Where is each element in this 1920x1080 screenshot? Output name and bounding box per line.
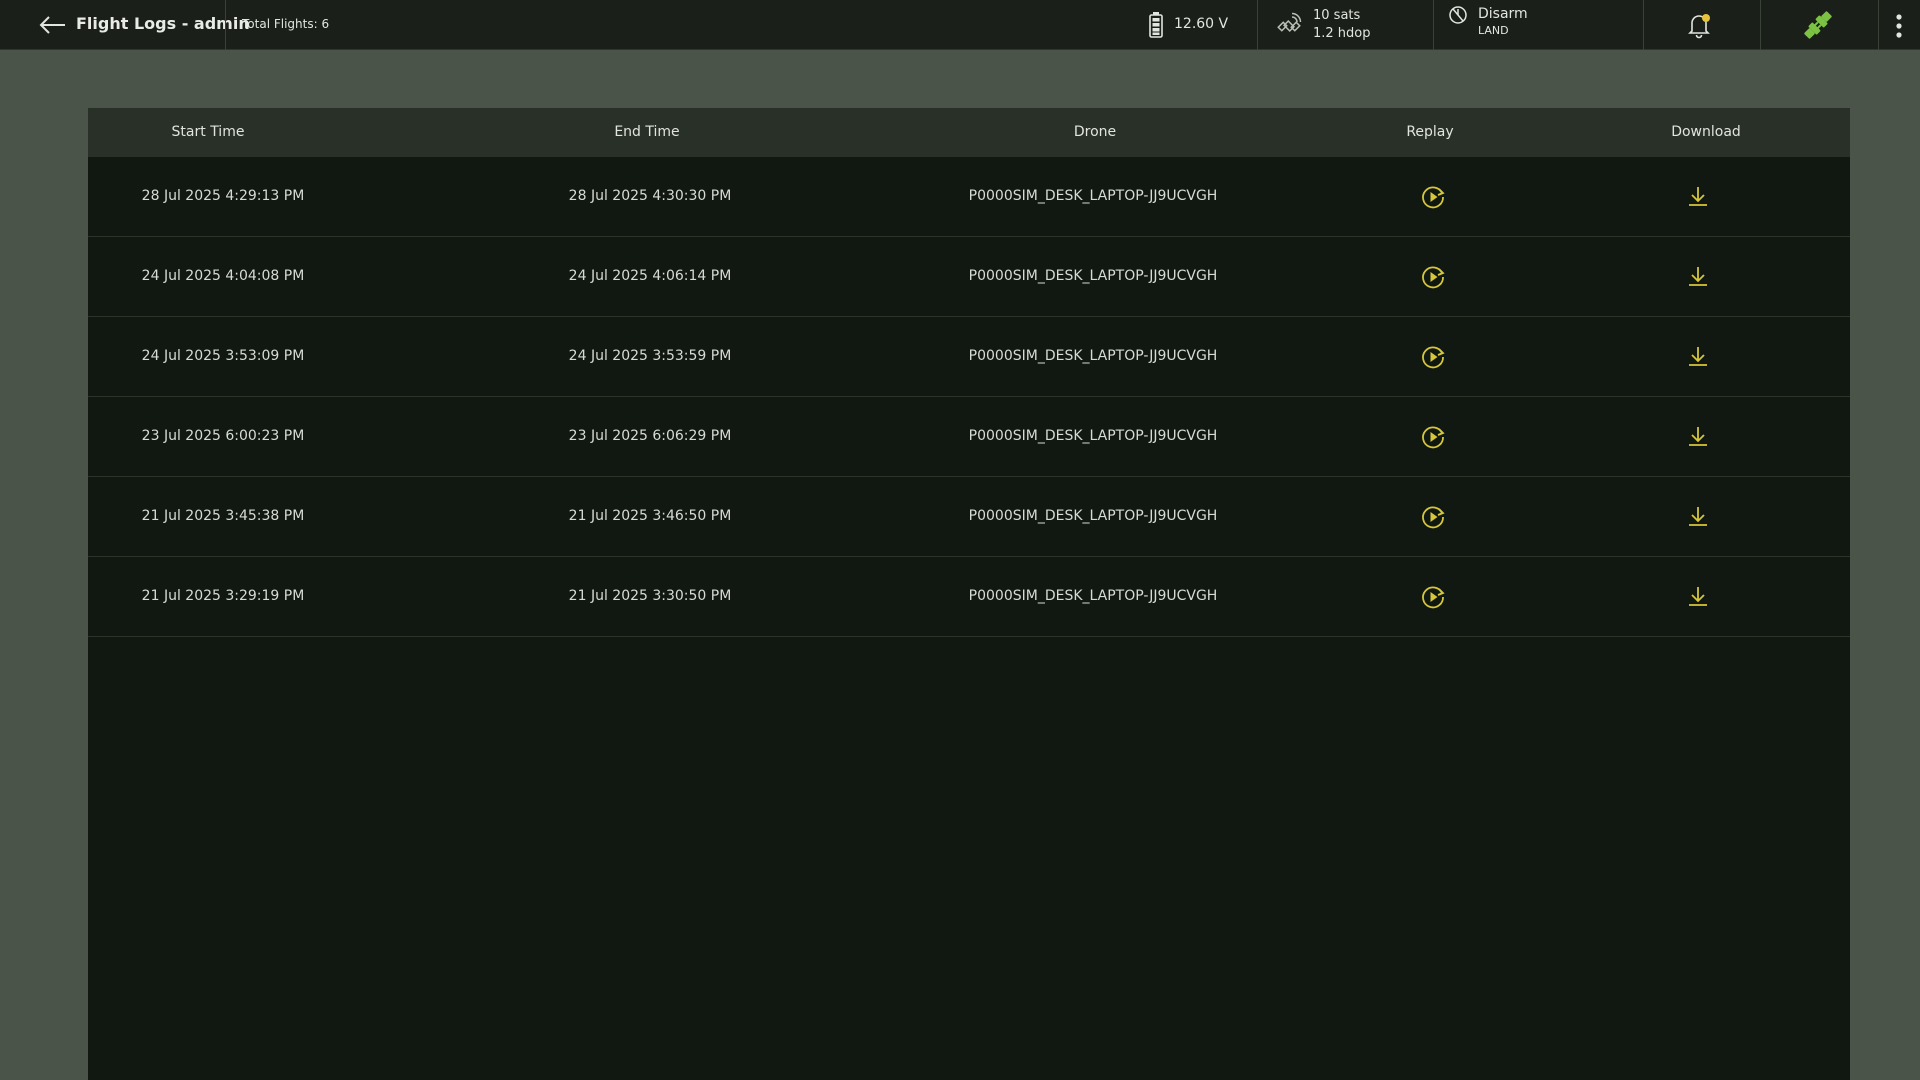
download-icon	[1689, 507, 1707, 526]
end-time-cell: 24 Jul 2025 3:53:59 PM	[568, 348, 732, 364]
start-time-cell: 21 Jul 2025 3:45:38 PM	[141, 508, 305, 524]
divider	[1760, 0, 1761, 50]
drone-cell: P0000SIM_DESK_LAPTOP-JJ9UCVGH	[968, 188, 1218, 204]
start-time-cell: 24 Jul 2025 4:04:08 PM	[141, 268, 305, 284]
table-row: 23 Jul 2025 6:00:23 PM 23 Jul 2025 6:06:…	[88, 397, 1850, 477]
arm-status[interactable]: Disarm LAND	[1478, 5, 1528, 38]
flight-logs-table: Start Time End Time Drone Replay Downloa…	[88, 108, 1850, 1080]
table-row: 24 Jul 2025 4:04:08 PM 24 Jul 2025 4:06:…	[88, 237, 1850, 317]
replay-button[interactable]	[1419, 343, 1447, 371]
replay-icon	[1422, 506, 1445, 529]
connection-button[interactable]	[1800, 7, 1836, 47]
start-time-cell: 21 Jul 2025 3:29:19 PM	[141, 588, 305, 604]
arrow-left-icon	[39, 16, 65, 34]
end-time-cell: 21 Jul 2025 3:46:50 PM	[568, 508, 732, 524]
download-icon	[1689, 587, 1707, 606]
bell-icon	[1688, 14, 1710, 39]
divider	[225, 0, 226, 50]
battery-voltage: 12.60 V	[1174, 16, 1229, 32]
replay-icon	[1422, 426, 1445, 449]
notifications-button[interactable]	[1684, 10, 1714, 44]
more-menu-button[interactable]	[1892, 12, 1906, 40]
end-time-cell: 23 Jul 2025 6:06:29 PM	[568, 428, 732, 444]
table-row: 21 Jul 2025 3:29:19 PM 21 Jul 2025 3:30:…	[88, 557, 1850, 637]
start-time-cell: 24 Jul 2025 3:53:09 PM	[141, 348, 305, 364]
download-icon	[1689, 347, 1707, 366]
arm-state: Disarm	[1478, 6, 1528, 22]
start-time-cell: 28 Jul 2025 4:29:13 PM	[141, 188, 305, 204]
download-button[interactable]	[1684, 183, 1712, 211]
replay-button[interactable]	[1419, 583, 1447, 611]
plug-connected-icon	[1804, 11, 1832, 39]
column-header-start-time[interactable]: Start Time	[172, 124, 245, 140]
download-icon	[1689, 267, 1707, 286]
gps-sats: 10 sats	[1313, 8, 1361, 23]
end-time-cell: 21 Jul 2025 3:30:50 PM	[568, 588, 732, 604]
end-time-cell: 24 Jul 2025 4:06:14 PM	[568, 268, 732, 284]
download-icon	[1689, 187, 1707, 206]
start-time-cell: 23 Jul 2025 6:00:23 PM	[141, 428, 305, 444]
replay-icon	[1422, 266, 1445, 289]
gps-hdop: 1.2 hdop	[1313, 26, 1371, 41]
replay-icon	[1422, 186, 1445, 209]
disarmed-icon	[1448, 5, 1468, 29]
drone-cell: P0000SIM_DESK_LAPTOP-JJ9UCVGH	[968, 348, 1218, 364]
download-button[interactable]	[1684, 263, 1712, 291]
download-button[interactable]	[1684, 343, 1712, 371]
drone-cell: P0000SIM_DESK_LAPTOP-JJ9UCVGH	[968, 508, 1218, 524]
drone-cell: P0000SIM_DESK_LAPTOP-JJ9UCVGH	[968, 428, 1218, 444]
drone-cell: P0000SIM_DESK_LAPTOP-JJ9UCVGH	[968, 588, 1218, 604]
download-button[interactable]	[1684, 503, 1712, 531]
table-header: Start Time End Time Drone Replay Downloa…	[88, 108, 1850, 157]
table-row: 24 Jul 2025 3:53:09 PM 24 Jul 2025 3:53:…	[88, 317, 1850, 397]
back-button[interactable]	[37, 13, 67, 37]
satellite-icon	[1277, 12, 1303, 42]
replay-button[interactable]	[1419, 183, 1447, 211]
replay-icon	[1422, 346, 1445, 369]
divider	[1878, 0, 1879, 50]
replay-button[interactable]	[1419, 503, 1447, 531]
kebab-menu-icon	[1896, 14, 1902, 38]
divider	[1643, 0, 1644, 50]
divider	[1433, 0, 1434, 50]
column-header-end-time[interactable]: End Time	[614, 124, 679, 140]
download-button[interactable]	[1684, 583, 1712, 611]
total-flights-label: Total Flights: 6	[242, 17, 330, 31]
page-title: Flight Logs - admin	[76, 14, 250, 33]
end-time-cell: 28 Jul 2025 4:30:30 PM	[568, 188, 732, 204]
table-row: 28 Jul 2025 4:29:13 PM 28 Jul 2025 4:30:…	[88, 157, 1850, 237]
replay-button[interactable]	[1419, 263, 1447, 291]
top-bar: Flight Logs - admin Total Flights: 6 12.…	[0, 0, 1920, 50]
divider	[1257, 0, 1258, 50]
download-icon	[1689, 427, 1707, 446]
download-button[interactable]	[1684, 423, 1712, 451]
replay-icon	[1422, 586, 1445, 609]
column-header-replay: Replay	[1406, 124, 1454, 140]
battery-icon	[1148, 11, 1164, 43]
column-header-drone[interactable]: Drone	[1074, 124, 1116, 140]
replay-button[interactable]	[1419, 423, 1447, 451]
flight-mode: LAND	[1478, 24, 1509, 37]
column-header-download: Download	[1671, 124, 1741, 140]
drone-cell: P0000SIM_DESK_LAPTOP-JJ9UCVGH	[968, 268, 1218, 284]
table-row: 21 Jul 2025 3:45:38 PM 21 Jul 2025 3:46:…	[88, 477, 1850, 557]
gps-status: 10 sats 1.2 hdop	[1313, 7, 1371, 43]
